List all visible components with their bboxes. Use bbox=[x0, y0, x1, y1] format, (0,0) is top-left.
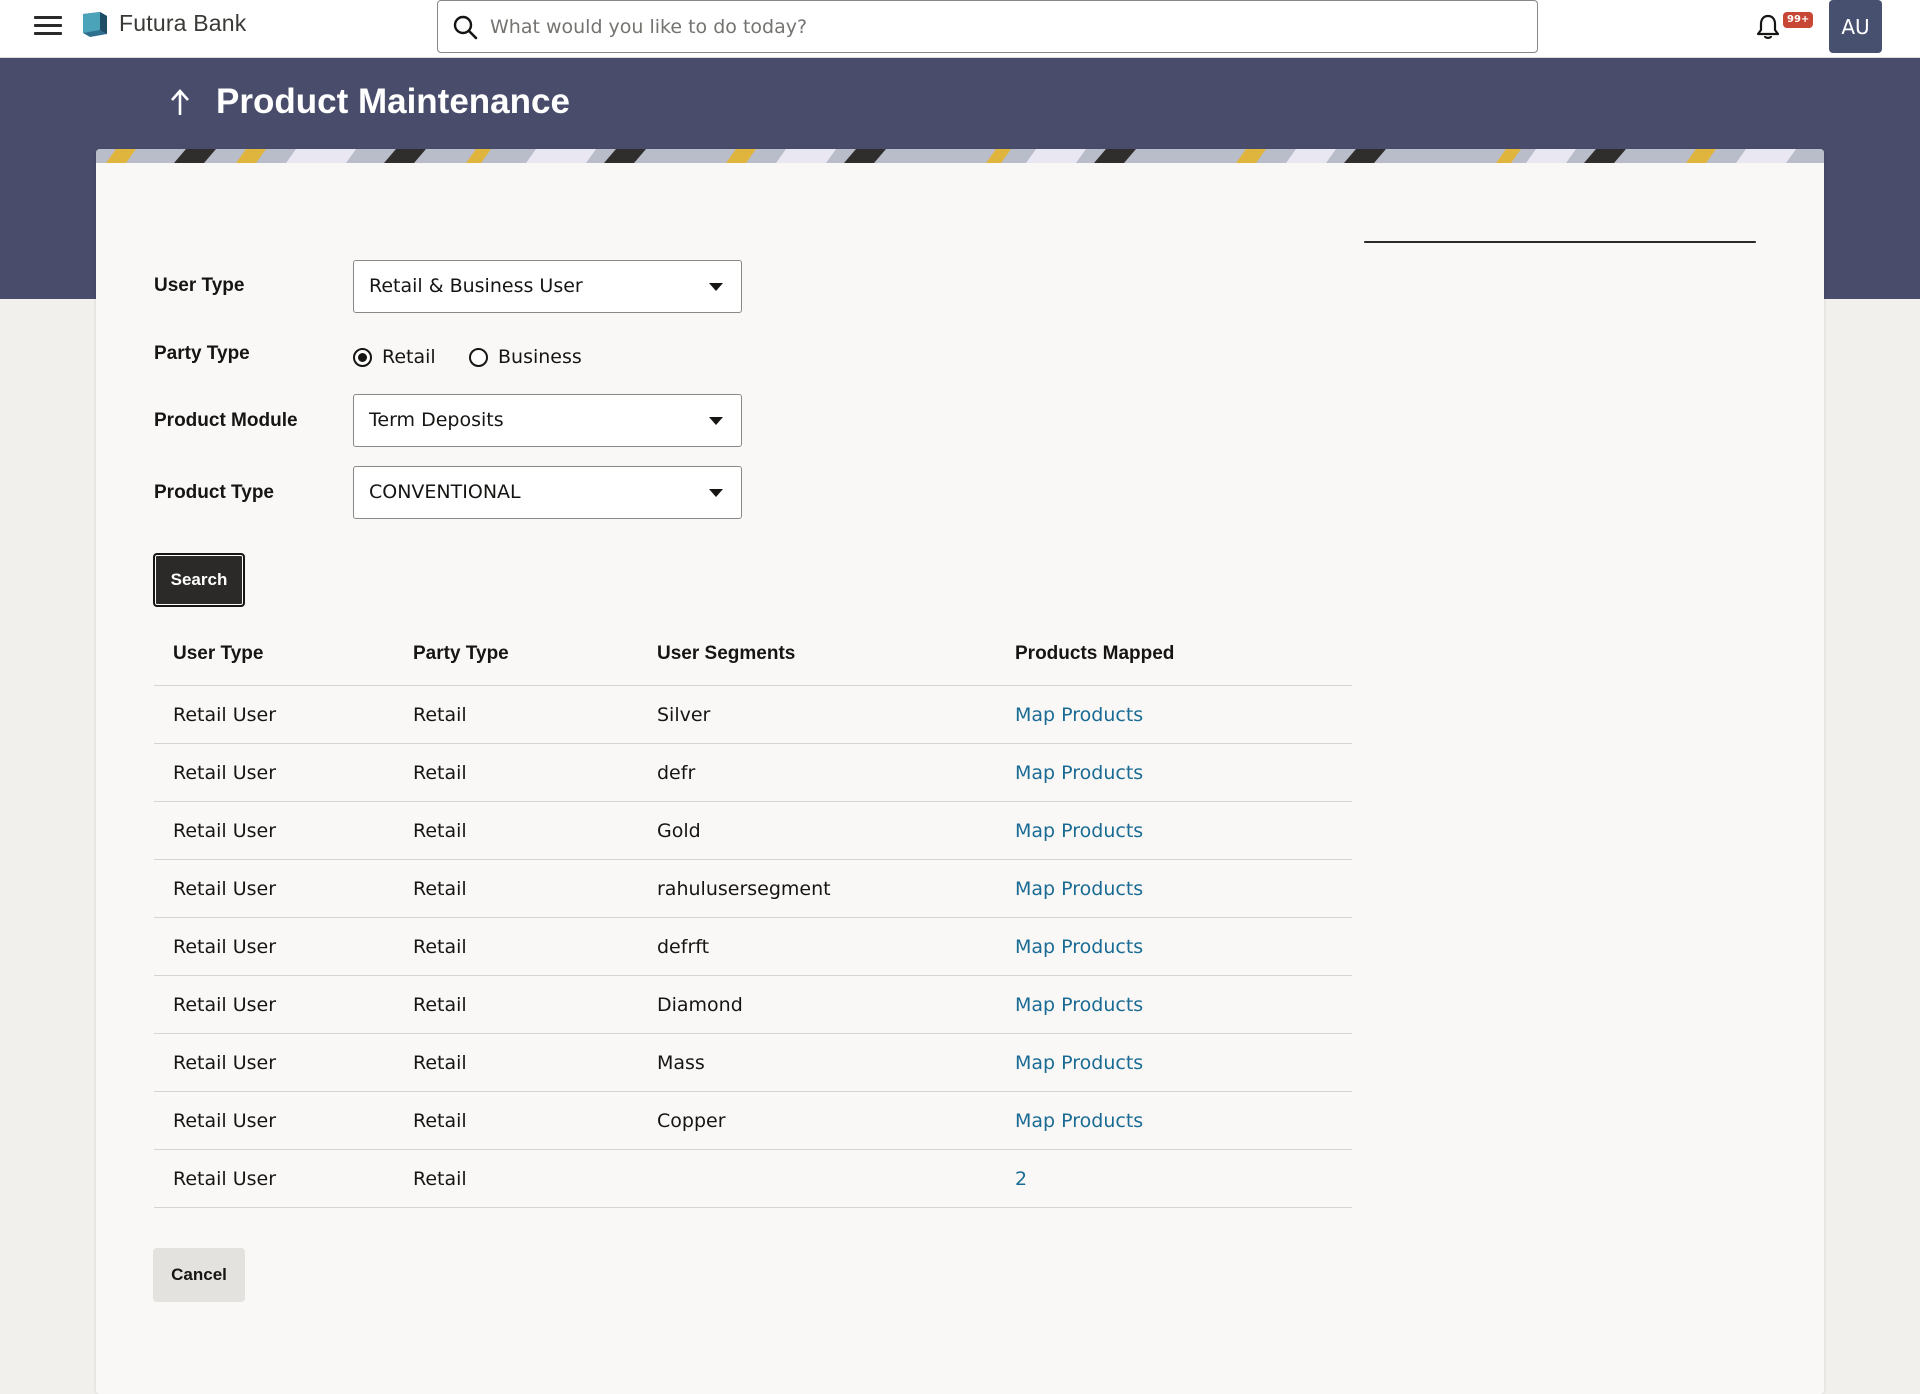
map-products-link[interactable]: Map Products bbox=[1015, 1052, 1143, 1074]
column-header-user-type: User Type bbox=[173, 643, 264, 664]
radio-label: Retail bbox=[382, 346, 436, 368]
table-row: Retail User Retail Mass Map Products bbox=[154, 1034, 1352, 1092]
top-bar: Futura Bank 99+ AU bbox=[0, 0, 1920, 58]
notification-bell-icon[interactable] bbox=[1754, 13, 1782, 41]
page-title: Product Maintenance bbox=[216, 82, 570, 121]
notification-count-badge: 99+ bbox=[1783, 12, 1814, 28]
hamburger-menu-icon[interactable] bbox=[34, 16, 62, 38]
table-row: Retail User Retail Silver Map Products bbox=[154, 686, 1352, 744]
cell-party-type: Retail bbox=[413, 936, 467, 958]
cell-user-segment: Silver bbox=[657, 704, 711, 726]
cell-party-type: Retail bbox=[413, 1168, 467, 1190]
cancel-button[interactable]: Cancel bbox=[153, 1248, 245, 1302]
chevron-down-icon bbox=[709, 283, 723, 291]
user-segment-table: User Type Party Type User Segments Produ… bbox=[154, 621, 1352, 1208]
product-type-label: Product Type bbox=[154, 482, 274, 503]
party-type-business-radio[interactable]: Business bbox=[469, 342, 582, 372]
map-products-link[interactable]: Map Products bbox=[1015, 994, 1143, 1016]
product-type-select[interactable]: CONVENTIONAL bbox=[353, 466, 742, 519]
global-search[interactable] bbox=[437, 0, 1538, 53]
product-type-value: CONVENTIONAL bbox=[369, 481, 521, 503]
cell-party-type: Retail bbox=[413, 878, 467, 900]
table-row: Retail User Retail defrft Map Products bbox=[154, 918, 1352, 976]
radio-checked-icon bbox=[353, 347, 372, 367]
table-row: Retail User Retail Copper Map Products bbox=[154, 1092, 1352, 1150]
radio-label: Business bbox=[498, 346, 582, 368]
cell-party-type: Retail bbox=[413, 1110, 467, 1132]
product-module-value: Term Deposits bbox=[369, 409, 504, 431]
table-row: Retail User Retail 2 bbox=[154, 1150, 1352, 1208]
map-products-link[interactable]: Map Products bbox=[1015, 936, 1143, 958]
user-type-label: User Type bbox=[154, 275, 245, 296]
radio-unchecked-icon bbox=[469, 347, 488, 367]
cell-user-segment: defr bbox=[657, 762, 696, 784]
product-module-label: Product Module bbox=[154, 410, 298, 431]
bank-logo-icon bbox=[83, 12, 107, 37]
cell-user-segment: defrft bbox=[657, 936, 710, 958]
cell-user-type: Retail User bbox=[173, 1052, 277, 1074]
map-products-link[interactable]: Map Products bbox=[1015, 878, 1143, 900]
search-button[interactable]: Search bbox=[153, 553, 245, 607]
mapped-products-count-link[interactable]: 2 bbox=[1015, 1168, 1027, 1190]
cell-user-segment: Gold bbox=[657, 820, 701, 842]
party-type-label: Party Type bbox=[154, 343, 250, 364]
search-icon bbox=[453, 15, 478, 40]
table-row: Retail User Retail Diamond Map Products bbox=[154, 976, 1352, 1034]
map-products-link[interactable]: Map Products bbox=[1015, 1110, 1143, 1132]
cell-user-type: Retail User bbox=[173, 762, 277, 784]
cell-user-type: Retail User bbox=[173, 1168, 277, 1190]
column-header-products-mapped: Products Mapped bbox=[1015, 643, 1175, 664]
cell-user-type: Retail User bbox=[173, 820, 277, 842]
cell-party-type: Retail bbox=[413, 1052, 467, 1074]
cell-user-type: Retail User bbox=[173, 704, 277, 726]
user-type-value: Retail & Business User bbox=[369, 275, 583, 297]
user-avatar[interactable]: AU bbox=[1829, 0, 1882, 53]
cell-user-type: Retail User bbox=[173, 878, 277, 900]
cell-user-segment: Copper bbox=[657, 1110, 726, 1132]
main-card: User Type Retail & Business User Party T… bbox=[96, 149, 1824, 1394]
map-products-link[interactable]: Map Products bbox=[1015, 762, 1143, 784]
cell-user-type: Retail User bbox=[173, 936, 277, 958]
cell-party-type: Retail bbox=[413, 820, 467, 842]
back-arrow-icon[interactable] bbox=[169, 88, 191, 118]
user-type-select[interactable]: Retail & Business User bbox=[353, 260, 742, 313]
table-row: Retail User Retail rahulusersegment Map … bbox=[154, 860, 1352, 918]
cell-user-segment: Diamond bbox=[657, 994, 743, 1016]
chevron-down-icon bbox=[709, 417, 723, 425]
product-module-select[interactable]: Term Deposits bbox=[353, 394, 742, 447]
search-input[interactable] bbox=[490, 10, 1510, 44]
map-products-link[interactable]: Map Products bbox=[1015, 704, 1143, 726]
cell-party-type: Retail bbox=[413, 994, 467, 1016]
column-header-party-type: Party Type bbox=[413, 643, 509, 664]
side-panel-divider bbox=[1364, 241, 1756, 243]
map-products-link[interactable]: Map Products bbox=[1015, 820, 1143, 842]
table-row: Retail User Retail Gold Map Products bbox=[154, 802, 1352, 860]
cell-user-type: Retail User bbox=[173, 1110, 277, 1132]
chevron-down-icon bbox=[709, 489, 723, 497]
decorative-strip bbox=[96, 149, 1824, 163]
table-header: User Type Party Type User Segments Produ… bbox=[154, 621, 1352, 686]
cell-party-type: Retail bbox=[413, 704, 467, 726]
table-row: Retail User Retail defr Map Products bbox=[154, 744, 1352, 802]
column-header-user-segments: User Segments bbox=[657, 643, 796, 664]
brand-name: Futura Bank bbox=[119, 10, 247, 36]
cell-user-segment: rahulusersegment bbox=[657, 878, 831, 900]
cell-party-type: Retail bbox=[413, 762, 467, 784]
party-type-retail-radio[interactable]: Retail bbox=[353, 342, 436, 372]
cell-user-segment: Mass bbox=[657, 1052, 705, 1074]
cell-user-type: Retail User bbox=[173, 994, 277, 1016]
